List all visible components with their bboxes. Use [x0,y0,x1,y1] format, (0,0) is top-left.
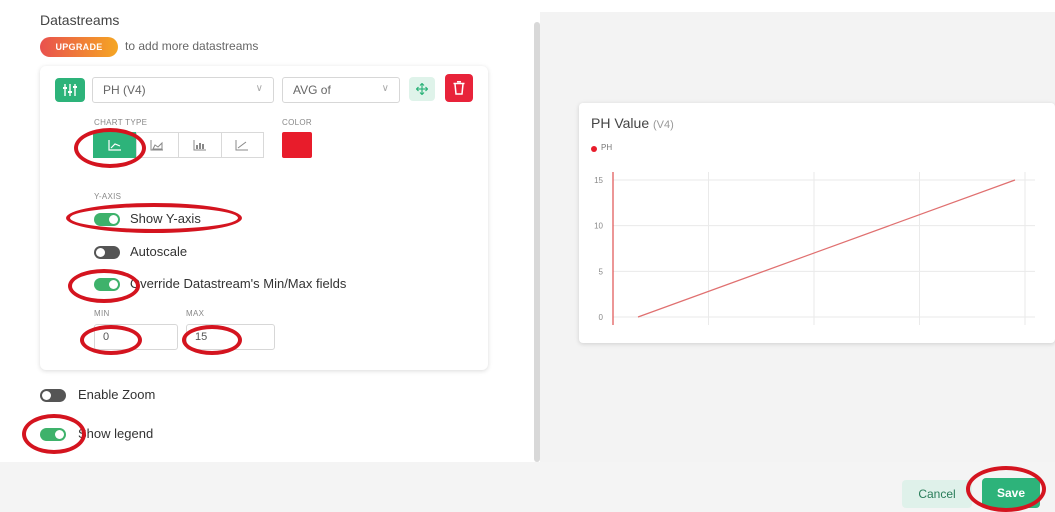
chart-title-text: PH Value [591,115,650,131]
aggregation-select-value: AVG of [293,83,331,97]
line-chart-icon [108,140,121,151]
chart-type-line-button[interactable] [93,132,137,158]
max-input-value: 15 [195,331,208,343]
override-minmax-label: Override Datastream's Min/Max fields [130,276,347,291]
min-input-value: 0 [103,331,110,343]
save-button[interactable]: Save [982,478,1040,508]
bar-chart-icon [193,140,206,151]
cancel-button[interactable]: Cancel [902,480,972,508]
min-input[interactable]: 0 [94,324,178,350]
show-y-axis-toggle[interactable] [94,213,120,226]
color-label: COLOR [282,118,312,127]
chart-title-pin: (V4) [653,119,674,131]
trash-icon [453,81,465,95]
chevron-down-icon: ∨ [255,83,263,94]
delete-button[interactable] [445,74,473,102]
legend-label: PH [601,143,613,152]
enable-zoom-toggle[interactable] [40,389,66,402]
y-tick-label: 5 [599,267,604,276]
chart-plot: 0 5 10 15 [594,172,1035,325]
move-arrows-icon [416,83,428,95]
show-y-axis-label: Show Y-axis [130,211,201,226]
datastreams-title: Datastreams [40,12,120,28]
chart-type-label: CHART TYPE [94,118,148,127]
max-label: MAX [186,309,205,318]
dialog-footer [0,462,1055,512]
max-input[interactable]: 15 [186,324,275,350]
y-axis-label: Y-AXIS [94,192,122,201]
color-picker[interactable] [282,132,312,158]
area-chart-icon [150,140,164,151]
datastream-select-value: PH (V4) [103,83,146,97]
autoscale-label: Autoscale [130,244,188,259]
aggregation-select[interactable]: AVG of ∨ [282,77,400,103]
sliders-icon [63,84,77,96]
upgrade-button[interactable]: UPGRADE [40,37,118,57]
chart-type-area-button[interactable] [135,132,179,158]
datastream-select[interactable]: PH (V4) ∨ [92,77,274,103]
y-tick-label: 15 [594,176,603,185]
show-legend-label: Show legend [78,426,154,441]
datastream-settings-button[interactable] [55,78,85,102]
y-tick-label: 0 [599,313,604,322]
chart-type-bar-button[interactable] [178,132,222,158]
upgrade-hint: to add more datastreams [125,39,259,53]
chart-preview-title: PH Value (V4) [591,115,674,131]
move-button[interactable] [409,77,435,101]
step-chart-icon [235,140,249,151]
series-line-ph [637,179,1016,318]
autoscale-toggle[interactable] [94,246,120,259]
legend-marker [591,146,597,152]
enable-zoom-label: Enable Zoom [78,387,156,402]
y-tick-label: 10 [594,222,603,231]
min-label: MIN [94,309,110,318]
show-legend-toggle[interactable] [40,428,66,441]
chart-type-step-button[interactable] [220,132,264,158]
chevron-down-icon: ∨ [381,83,389,94]
override-minmax-toggle[interactable] [94,278,120,291]
chart-type-selector [93,132,268,158]
